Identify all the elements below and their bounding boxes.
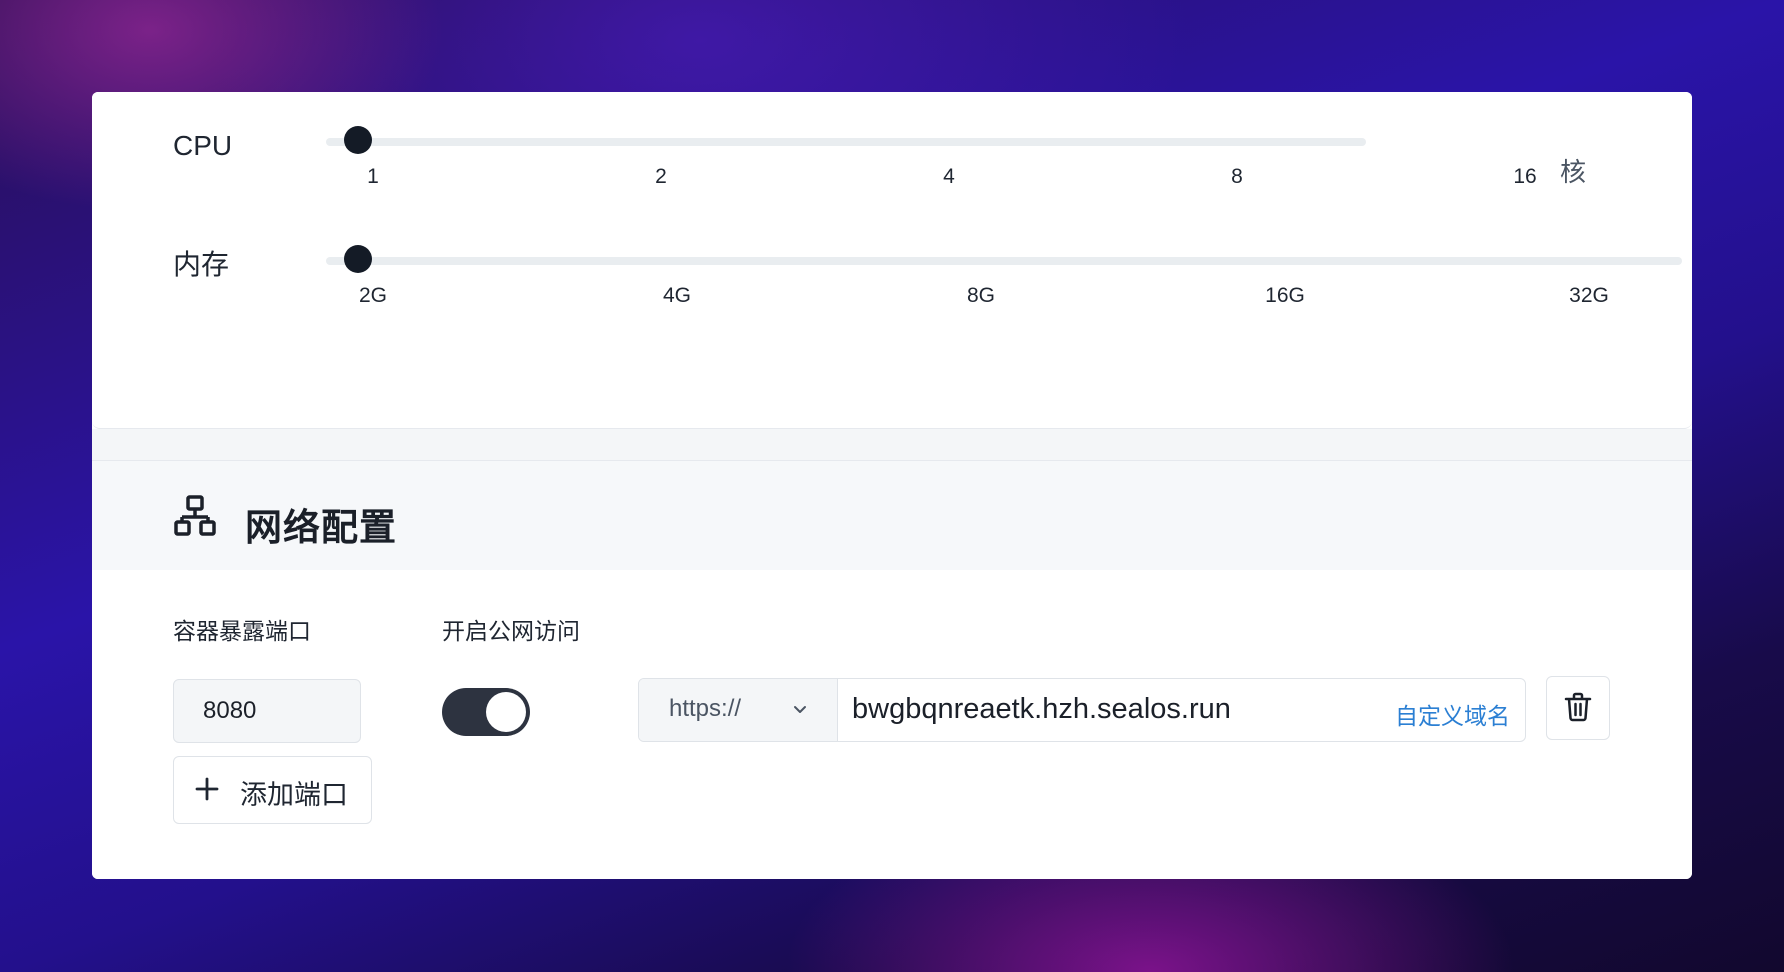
protocol-select-value: https:// [669, 695, 742, 722]
memory-tick: 8G [966, 284, 996, 307]
resource-section: CPU 1 2 4 8 16 核 内存 2G 4G 8G 16G 32G [92, 92, 1692, 429]
memory-slider-track[interactable] [326, 257, 1682, 265]
public-access-toggle[interactable] [442, 688, 530, 736]
cpu-tick: 16 [1513, 165, 1537, 188]
protocol-select[interactable]: https:// [639, 679, 838, 741]
network-section-body: 容器暴露端口 开启公网访问 8080 https:// bwgbqnreaetk… [92, 570, 1692, 879]
public-domain-text: bwgbqnreaetk.hzh.sealos.run [852, 693, 1231, 725]
memory-tick: 4G [662, 284, 692, 307]
app-config-card: CPU 1 2 4 8 16 核 内存 2G 4G 8G 16G 32G 网络配… [92, 92, 1692, 879]
plus-icon [195, 777, 219, 801]
custom-domain-link[interactable]: 自定义域名 [1395, 697, 1510, 731]
network-icon [174, 495, 216, 536]
cpu-tick: 2 [655, 165, 667, 188]
memory-slider-thumb[interactable] [344, 245, 372, 273]
cpu-unit: 核 [1560, 157, 1587, 187]
memory-tick: 32G [1569, 284, 1609, 307]
cpu-tick: 1 [367, 165, 379, 188]
cpu-label: CPU [173, 130, 233, 161]
port-field-label: 容器暴露端口 [173, 618, 311, 644]
cpu-slider-track[interactable] [326, 138, 1366, 146]
memory-tick: 2G [358, 284, 388, 307]
chevron-down-icon [794, 706, 806, 713]
cpu-tick: 4 [943, 165, 955, 188]
delete-port-button[interactable] [1546, 676, 1610, 740]
public-url-group: https:// bwgbqnreaetk.hzh.sealos.run 自定义… [638, 678, 1526, 742]
memory-label: 内存 [173, 249, 230, 280]
memory-tick: 16G [1265, 284, 1305, 307]
public-access-label: 开启公网访问 [442, 618, 580, 644]
cpu-slider-thumb[interactable] [344, 126, 372, 154]
add-port-label: 添加端口 [240, 780, 348, 810]
section-divider [92, 429, 1692, 460]
trash-icon [1564, 692, 1592, 722]
network-section-header: 网络配置 [92, 460, 1692, 571]
container-port-input[interactable]: 8080 [173, 679, 361, 743]
cpu-tick: 8 [1231, 165, 1243, 188]
network-section-title: 网络配置 [245, 507, 397, 548]
toggle-knob [486, 692, 526, 732]
add-port-button[interactable]: 添加端口 [173, 756, 372, 824]
